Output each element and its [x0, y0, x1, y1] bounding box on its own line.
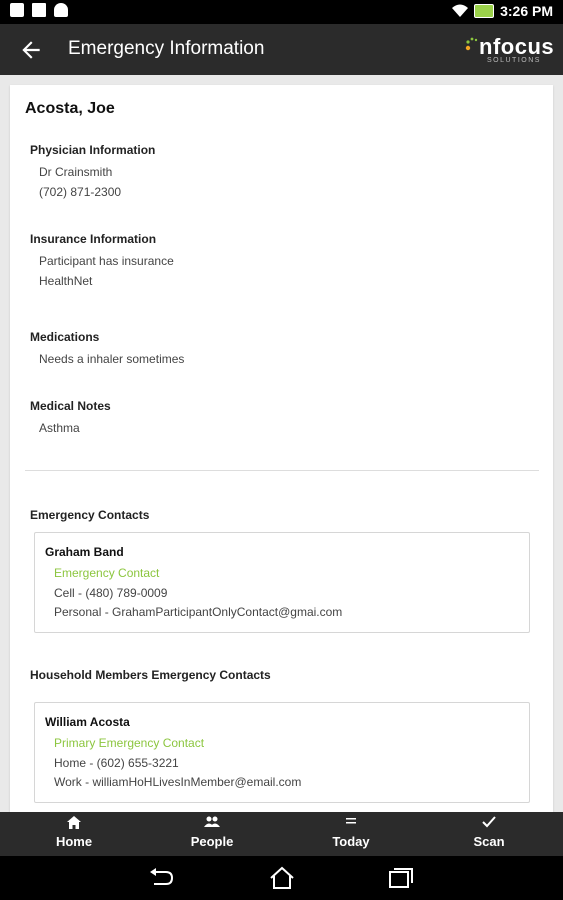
- household-contact-type: Primary Emergency Contact: [54, 736, 205, 750]
- battery-icon: [474, 4, 495, 18]
- tab-home[interactable]: Home: [4, 812, 144, 856]
- page-title: Emergency Information: [68, 38, 265, 59]
- status-bar: 3:26 PM: [0, 0, 563, 24]
- household-contact-card: William Acosta Primary Emergency Contact…: [34, 702, 530, 803]
- emergency-info-card: Acosta, Joe Physician Information Dr Cra…: [10, 85, 553, 812]
- tab-scan-label: Scan: [473, 834, 505, 849]
- tab-today-label: Today: [332, 834, 370, 849]
- nav-recents-icon[interactable]: [387, 866, 415, 890]
- status-bar-right: 3:26 PM: [452, 3, 553, 19]
- bottom-tab-bar: Home People Today Scan: [0, 812, 563, 856]
- household-contact-name: William Acosta: [45, 715, 130, 729]
- medical-notes-section-title: Medical Notes: [30, 399, 111, 413]
- check-icon: [419, 816, 559, 830]
- nav-back-icon[interactable]: [148, 866, 176, 890]
- section-divider: [25, 470, 539, 471]
- logo-dots-icon: [465, 37, 478, 51]
- contact-card: Graham Band Emergency Contact Cell - (48…: [34, 532, 530, 633]
- insurance-provider: HealthNet: [39, 274, 93, 288]
- medications-section-title: Medications: [30, 330, 100, 344]
- emergency-contacts-title: Emergency Contacts: [30, 508, 150, 522]
- nfocus-logo: nfocus SOLUTIONS: [465, 34, 554, 68]
- wifi-icon: [452, 4, 469, 17]
- physician-name: Dr Crainsmith: [39, 165, 113, 179]
- tab-people-label: People: [190, 834, 234, 849]
- household-contacts-title: Household Members Emergency Contacts: [30, 668, 271, 682]
- medications-text: Needs a inhaler sometimes: [39, 352, 185, 366]
- tab-today[interactable]: Today: [281, 812, 421, 856]
- nav-home-icon[interactable]: [268, 866, 296, 890]
- android-icon: [54, 3, 68, 17]
- system-nav-bar: [0, 856, 563, 900]
- contact-name: Graham Band: [45, 545, 124, 559]
- contact-email[interactable]: Personal - GrahamParticipantOnlyContact@…: [54, 605, 342, 619]
- back-arrow-icon[interactable]: [18, 37, 44, 63]
- people-icon: [142, 816, 282, 830]
- contact-type: Emergency Contact: [54, 566, 160, 580]
- insurance-status: Participant has insurance: [39, 254, 174, 268]
- screenshot-icon: [10, 3, 24, 17]
- tab-people[interactable]: People: [142, 812, 282, 856]
- home-icon: [4, 816, 144, 830]
- physician-phone[interactable]: (702) 871-2300: [39, 185, 121, 199]
- tab-scan[interactable]: Scan: [419, 812, 559, 856]
- logo-subtext: SOLUTIONS: [487, 57, 541, 64]
- mail-icon: [32, 3, 46, 17]
- status-time: 3:26 PM: [500, 3, 553, 19]
- participant-name: Acosta, Joe: [25, 100, 115, 117]
- physician-section-title: Physician Information: [30, 143, 156, 157]
- medical-notes-text: Asthma: [39, 421, 80, 435]
- household-contact-email[interactable]: Work - williamHoHLivesInMember@email.com: [54, 775, 301, 789]
- household-contact-phone[interactable]: Home - (602) 655-3221: [54, 756, 179, 770]
- contact-phone[interactable]: Cell - (480) 789-0009: [54, 586, 167, 600]
- app-bar: Emergency Information nfocus SOLUTIONS: [0, 24, 563, 75]
- list-icon: [281, 816, 421, 830]
- tab-home-label: Home: [55, 834, 93, 849]
- status-bar-left: [10, 3, 68, 17]
- insurance-section-title: Insurance Information: [30, 232, 157, 246]
